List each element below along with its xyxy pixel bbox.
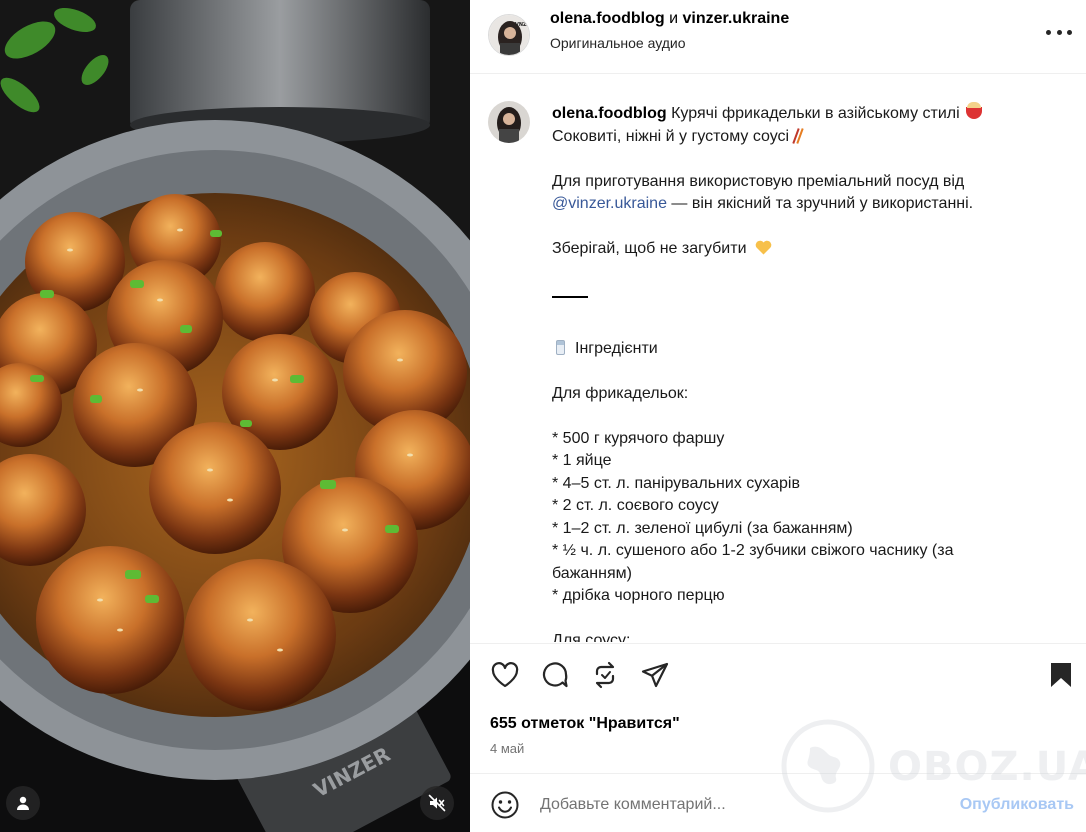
- caption-save-text: Зберігай, щоб не загубити: [552, 240, 747, 257]
- post-caption: olena.foodblog Курячі фрикадельки в азій…: [552, 102, 1052, 642]
- mute-icon: [428, 794, 446, 812]
- caption-area: olena.foodblog Курячі фрикадельки в азій…: [470, 75, 1086, 642]
- heart-icon: [491, 662, 519, 688]
- publish-button[interactable]: Опубликовать: [960, 796, 1074, 814]
- audio-link[interactable]: Оригинальное аудио: [550, 35, 686, 51]
- post-details-panel: VNZER olena.foodblog и vinzer.ukraine Ор…: [470, 0, 1086, 832]
- author-avatar[interactable]: VNZER: [488, 14, 530, 56]
- caption-username[interactable]: olena.foodblog: [552, 105, 667, 122]
- chopsticks-icon: [792, 128, 802, 143]
- ingredient-item: * 500 г курячого фаршу: [552, 429, 725, 447]
- bookmark-icon: [1051, 663, 1071, 687]
- ingredients-heading: Інгредієнти: [575, 339, 658, 357]
- sauce-heading: Для соусу:: [552, 632, 631, 642]
- post-media[interactable]: VINZER: [0, 0, 470, 832]
- comment-button[interactable]: [540, 660, 570, 690]
- share-icon: [641, 662, 669, 688]
- more-options-button[interactable]: [1046, 22, 1072, 42]
- likes-count[interactable]: 655 отметок "Нравится": [490, 715, 680, 733]
- collaborator-username[interactable]: vinzer.ukraine: [683, 10, 790, 27]
- caption-p2-rest: — він якісний та зручний у використанні.: [666, 195, 974, 212]
- noodle-bowl-icon: [965, 102, 982, 119]
- ingredient-item: * 4–5 ст. л. панірувальних сухарів: [552, 474, 800, 492]
- caption-line2: Соковиті, ніжні й у густому соусі: [552, 127, 790, 145]
- repost-button[interactable]: [590, 660, 620, 690]
- user-tag-icon: [17, 796, 29, 810]
- comment-input[interactable]: [540, 792, 940, 818]
- ingredient-item-cont: бажанням): [552, 564, 632, 582]
- comment-bar: Опубликовать: [470, 773, 1086, 832]
- ingredient-item: * дрібка чорного перцю: [552, 587, 725, 604]
- save-button[interactable]: [1046, 660, 1076, 690]
- post-actions: 655 отметок "Нравится" 4 май: [470, 643, 1086, 773]
- caption-avatar[interactable]: [488, 101, 530, 143]
- meatballs-heading: Для фрикадельок:: [552, 384, 689, 402]
- like-button[interactable]: [490, 660, 520, 690]
- meatballs-photo: VINZER: [0, 0, 470, 832]
- ingredient-item: * 1–2 ст. л. зеленої цибулі (за бажанням…: [552, 519, 853, 537]
- vinzer-mention-link[interactable]: @vinzer.ukraine: [552, 195, 667, 212]
- more-icon: [1046, 29, 1051, 35]
- yellow-heart-icon: [755, 240, 772, 255]
- ingredient-item: * 2 ст. л. соєвого соусу: [552, 497, 719, 514]
- author-username[interactable]: olena.foodblog: [550, 10, 665, 27]
- post-author-names: olena.foodblog и vinzer.ukraine: [550, 10, 789, 28]
- comment-icon: [542, 662, 568, 688]
- post-header: VNZER olena.foodblog и vinzer.ukraine Ор…: [470, 0, 1086, 74]
- share-button[interactable]: [640, 660, 670, 690]
- caption-title: Курячі фрикадельки в азійському стилі: [671, 105, 960, 122]
- user-tag-button[interactable]: [6, 786, 40, 820]
- svg-text:VNZER: VNZER: [515, 22, 530, 28]
- salt-shaker-icon: [556, 339, 565, 355]
- ingredient-item: * ½ ч. л. сушеного або 1-2 зубчики свіжо…: [552, 542, 954, 559]
- ingredient-item: * 1 яйце: [552, 452, 612, 469]
- names-conjunction: и: [669, 10, 679, 27]
- caption-p2-line1: Для приготування використовую преміальни…: [552, 172, 965, 190]
- emoji-icon[interactable]: [490, 790, 520, 820]
- caption-divider: [552, 296, 588, 298]
- mute-button[interactable]: [420, 786, 454, 820]
- repost-icon: [595, 661, 615, 689]
- post-date[interactable]: 4 май: [490, 741, 524, 756]
